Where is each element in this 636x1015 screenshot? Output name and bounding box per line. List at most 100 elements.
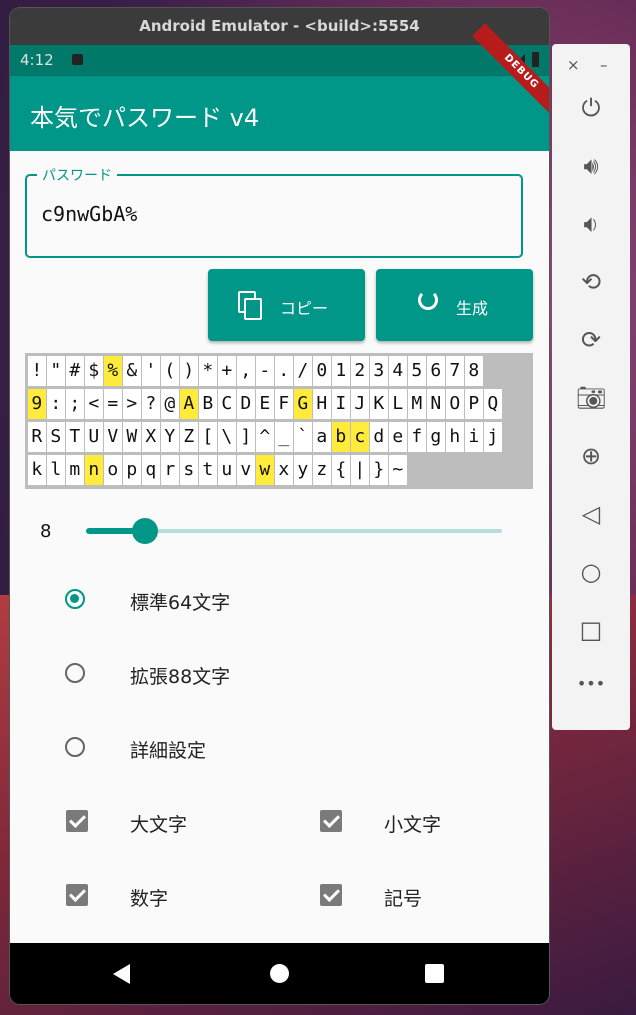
char-cell: m bbox=[66, 455, 84, 485]
char-cell: _ bbox=[275, 422, 293, 452]
char-cell: q bbox=[142, 455, 160, 485]
char-cell: U bbox=[85, 422, 103, 452]
char-cell: S bbox=[47, 422, 65, 452]
label-uppercase: 大文字 bbox=[130, 814, 188, 836]
char-cell: 3 bbox=[370, 356, 388, 386]
char-cell: R bbox=[28, 422, 46, 452]
label-digits: 数字 bbox=[130, 888, 169, 910]
label-extended88: 拡張88文字 bbox=[130, 666, 231, 688]
char-cell: K bbox=[370, 389, 388, 419]
char-cell: i bbox=[465, 422, 483, 452]
char-cell: n bbox=[85, 455, 103, 485]
volume-up-icon[interactable]: 🔊︎ bbox=[552, 152, 630, 180]
char-cell: k bbox=[28, 455, 46, 485]
recents-icon[interactable] bbox=[425, 964, 444, 983]
checkbox-uppercase[interactable] bbox=[66, 810, 88, 832]
char-cell: l bbox=[47, 455, 65, 485]
character-grid: ! " # $% & '() * +, -./0 1 2 3 4 5 6 7 8 9:; < = >? @ A B C D E F G H… bbox=[25, 353, 533, 489]
char-cell: w bbox=[256, 455, 274, 485]
slider-thumb[interactable] bbox=[132, 518, 158, 544]
char-cell: E bbox=[256, 389, 274, 419]
label-advanced: 詳細設定 bbox=[130, 740, 207, 762]
char-cell: 6 bbox=[427, 356, 445, 386]
char-cell: ; bbox=[66, 389, 84, 419]
char-cell: ) bbox=[180, 356, 198, 386]
camera-icon[interactable]: 📷︎ bbox=[552, 384, 630, 412]
char-cell: x bbox=[275, 455, 293, 485]
char-cell: 8 bbox=[465, 356, 483, 386]
char-cell: L bbox=[389, 389, 407, 419]
app-title: 本気でパスワード v4 bbox=[30, 104, 260, 132]
char-cell: 2 bbox=[351, 356, 369, 386]
radio-advanced[interactable] bbox=[65, 737, 85, 757]
char-cell: I bbox=[332, 389, 350, 419]
char-cell: P bbox=[465, 389, 483, 419]
status-bar: 4:12 bbox=[10, 45, 549, 76]
checkbox-digits[interactable] bbox=[66, 884, 88, 906]
close-icon[interactable]: × bbox=[567, 56, 580, 74]
checkbox-symbols[interactable] bbox=[320, 884, 342, 906]
char-cell: B bbox=[199, 389, 217, 419]
char-cell: s bbox=[180, 455, 198, 485]
copy-button[interactable]: コピー bbox=[208, 269, 365, 341]
char-cell: " bbox=[47, 356, 65, 386]
char-grid-row: R S T U V W X Y Z[\] ^ _ ` a b c d e f g h i j bbox=[28, 422, 533, 454]
power-icon[interactable]: ⏻ bbox=[552, 94, 630, 122]
overview-icon[interactable]: □ bbox=[552, 616, 630, 644]
more-icon[interactable]: ••• bbox=[552, 674, 630, 693]
password-field[interactable]: パスワード c9nwGbA% bbox=[25, 165, 523, 258]
label-symbols: 記号 bbox=[384, 888, 423, 910]
label-lowercase: 小文字 bbox=[384, 814, 442, 836]
back-icon[interactable] bbox=[113, 964, 130, 984]
emulator-side-toolbar: × – ⏻ 🔊︎ 🔉︎ ⟲ ⟳ 📷︎ ⊕ ◁ ○ □ ••• bbox=[552, 44, 630, 730]
char-cell: z bbox=[313, 455, 331, 485]
char-cell: ' bbox=[142, 356, 160, 386]
generate-button[interactable]: 生成 bbox=[376, 269, 533, 341]
char-cell: f bbox=[408, 422, 426, 452]
char-cell: Q bbox=[484, 389, 502, 419]
char-cell: 0 bbox=[313, 356, 331, 386]
char-cell: ( bbox=[161, 356, 179, 386]
home-icon[interactable] bbox=[270, 964, 289, 983]
char-cell: : bbox=[47, 389, 65, 419]
char-cell: O bbox=[446, 389, 464, 419]
radio-extended88[interactable] bbox=[65, 663, 85, 683]
char-cell: F bbox=[275, 389, 293, 419]
char-cell: ^ bbox=[256, 422, 274, 452]
char-cell: - bbox=[256, 356, 274, 386]
zoom-icon[interactable]: ⊕ bbox=[552, 442, 630, 470]
char-cell: ] bbox=[237, 422, 255, 452]
rotate-left-icon[interactable]: ⟲ bbox=[552, 268, 630, 296]
volume-down-icon[interactable]: 🔉︎ bbox=[552, 210, 630, 238]
char-cell: r bbox=[161, 455, 179, 485]
minimize-icon[interactable]: – bbox=[600, 56, 608, 74]
char-cell: . bbox=[275, 356, 293, 386]
radio-standard64[interactable] bbox=[65, 589, 85, 609]
char-cell: C bbox=[218, 389, 236, 419]
notification-icon bbox=[72, 54, 83, 65]
copy-label: コピー bbox=[280, 299, 329, 318]
rotate-right-icon[interactable]: ⟳ bbox=[552, 326, 630, 354]
char-cell: D bbox=[237, 389, 255, 419]
home-nav-icon[interactable]: ○ bbox=[552, 558, 630, 586]
android-nav-bar bbox=[10, 943, 549, 1004]
back-nav-icon[interactable]: ◁ bbox=[552, 500, 630, 528]
char-cell: ? bbox=[142, 389, 160, 419]
char-cell: h bbox=[446, 422, 464, 452]
char-cell: [ bbox=[199, 422, 217, 452]
char-cell: o bbox=[104, 455, 122, 485]
char-cell: N bbox=[427, 389, 445, 419]
char-cell: > bbox=[123, 389, 141, 419]
char-cell: u bbox=[218, 455, 236, 485]
char-cell: H bbox=[313, 389, 331, 419]
status-time: 4:12 bbox=[20, 51, 54, 69]
checkbox-lowercase[interactable] bbox=[320, 810, 342, 832]
char-cell: | bbox=[351, 455, 369, 485]
char-cell: 4 bbox=[389, 356, 407, 386]
refresh-icon bbox=[418, 290, 438, 310]
password-value[interactable]: c9nwGbA% bbox=[41, 202, 137, 226]
char-cell: = bbox=[104, 389, 122, 419]
char-cell: d bbox=[370, 422, 388, 452]
copy-icon-front bbox=[244, 298, 262, 320]
char-cell: 7 bbox=[446, 356, 464, 386]
